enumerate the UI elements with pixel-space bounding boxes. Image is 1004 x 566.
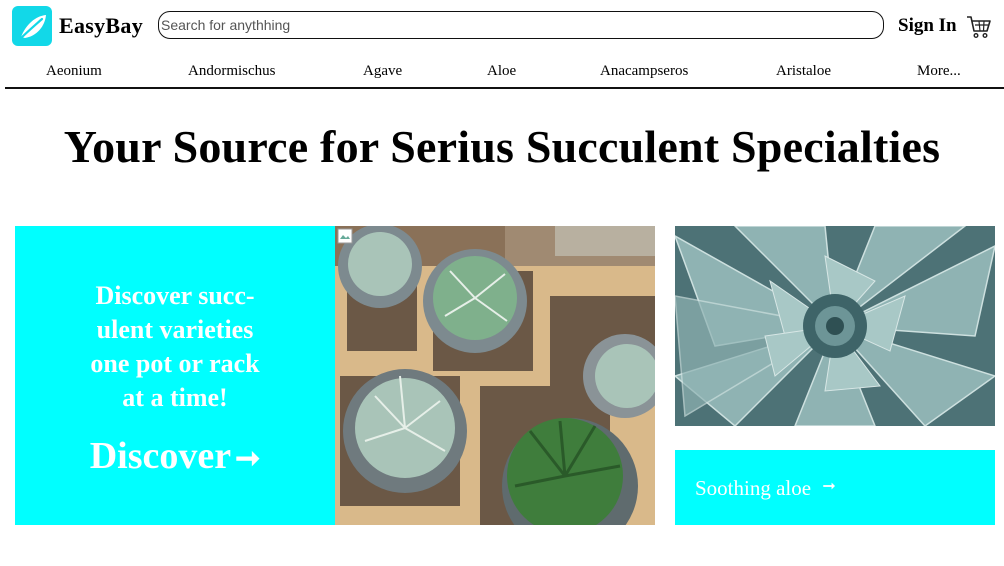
nav-item-aristaloe[interactable]: Aristaloe: [776, 63, 831, 80]
nav-item-anacampseros[interactable]: Anacampseros: [600, 63, 688, 80]
nav-item-aeonium[interactable]: Aeonium: [46, 63, 102, 80]
promo-line: one pot or rack: [90, 349, 260, 378]
nav-item-more[interactable]: More...: [917, 63, 961, 80]
succulent-pots-illustration: [335, 226, 655, 525]
succulent-pots-image[interactable]: [335, 226, 655, 525]
promo-line: Discover succ-: [95, 281, 255, 310]
brand-name[interactable]: EasyBay: [59, 13, 143, 39]
soothing-aloe-link[interactable]: Soothing aloe ➞: [695, 476, 836, 501]
promo-line: ulent varieties: [96, 315, 254, 344]
promo-card: Discover succ- ulent varieties one pot o…: [15, 226, 335, 525]
agave-image[interactable]: [675, 226, 995, 426]
broken-image-icon: [337, 228, 353, 244]
nav-item-aloe[interactable]: Aloe: [487, 63, 516, 80]
agave-illustration: [675, 226, 995, 426]
search-input[interactable]: [158, 11, 884, 39]
discover-label: Discover: [89, 435, 232, 477]
sign-in-link[interactable]: Sign In: [898, 15, 957, 37]
logo[interactable]: [12, 6, 52, 46]
promo-line: at a time!: [122, 383, 228, 412]
soothing-aloe-label: Soothing aloe: [695, 476, 812, 500]
arrow-right-icon: ➞: [235, 442, 261, 475]
leaf-icon: [16, 15, 46, 43]
discover-button[interactable]: Discover ➞: [15, 434, 335, 478]
soothing-aloe-link-card[interactable]: Soothing aloe ➞: [675, 450, 995, 525]
nav-item-agave[interactable]: Agave: [363, 63, 402, 80]
cart-icon[interactable]: [966, 14, 992, 40]
arrow-right-icon: ➞: [822, 478, 836, 495]
page-headline: Your Source for Serius Succulent Special…: [63, 121, 941, 172]
category-nav: Aeonium Andormischus Agave Aloe Anacamps…: [5, 57, 1004, 89]
nav-item-andormischus[interactable]: Andormischus: [188, 63, 276, 80]
header: EasyBay Sign In: [0, 0, 1004, 56]
promo-text: Discover succ- ulent varieties one pot o…: [15, 279, 335, 415]
